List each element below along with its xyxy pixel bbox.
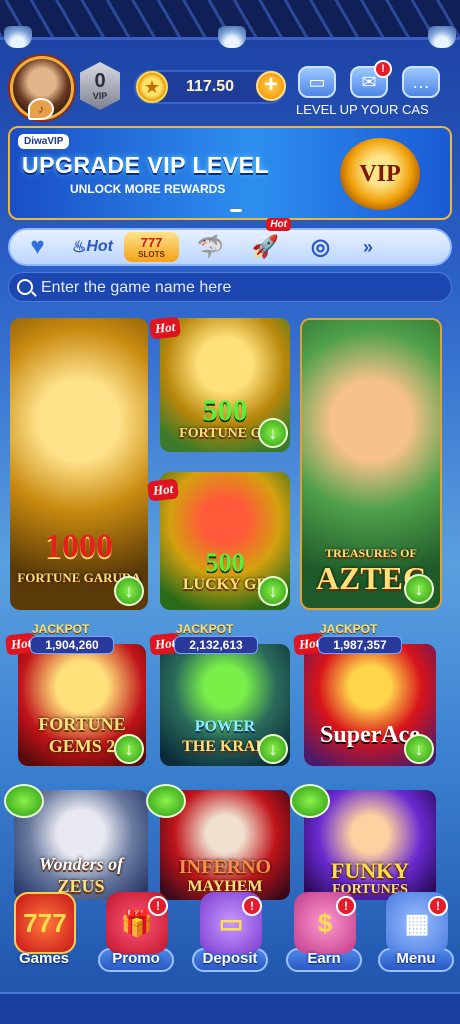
roulette-icon: ◎ bbox=[310, 234, 331, 259]
heart-icon: ♥ bbox=[30, 233, 45, 260]
voice-icon[interactable]: ♪ bbox=[28, 98, 54, 120]
balance-amount: 117.50 bbox=[186, 78, 235, 95]
top-header: ♪ 0 VIP ★ 117.50 + ▭ ✉ ! … LEVEL UP YOUR… bbox=[0, 48, 460, 120]
jackpot-value: 1,904,260 bbox=[30, 636, 114, 654]
search-bar bbox=[8, 272, 452, 302]
shark-icon: 🦈 bbox=[196, 234, 225, 259]
notification-badge: ! bbox=[374, 60, 392, 78]
notification-badge: ! bbox=[336, 896, 356, 916]
brand-logo: DiwaVIP bbox=[18, 134, 70, 149]
vip-crown-icon: VIP bbox=[340, 138, 420, 210]
wallet-button[interactable]: ▭ bbox=[298, 66, 336, 98]
wallet-icon: ▭ bbox=[308, 71, 326, 92]
jackpot-value: 1,987,357 bbox=[318, 636, 402, 654]
chevron-right-icon: » bbox=[362, 236, 373, 257]
download-icon[interactable]: ↓ bbox=[258, 734, 288, 764]
download-icon[interactable]: ↓ bbox=[404, 734, 434, 764]
chat-icon: … bbox=[412, 71, 430, 92]
tab-roulette[interactable]: ◎ bbox=[293, 230, 348, 264]
vip-label: VIP bbox=[92, 91, 108, 101]
live-indicator-icon bbox=[146, 784, 186, 818]
game-tile-power-of-the-kraken[interactable]: POWER THE KRAK ↓ bbox=[160, 644, 290, 766]
mail-icon: ✉ bbox=[361, 71, 377, 92]
download-icon[interactable]: ↓ bbox=[404, 574, 434, 604]
tab-hot[interactable]: ♨ Hot bbox=[65, 230, 120, 264]
jackpot-display: Hot JACKPOT 2,132,613 bbox=[149, 622, 262, 658]
game-tile-fortune-gems-2[interactable]: FORTUNE GEMS 2 ↓ bbox=[18, 644, 146, 766]
hot-badge: Hot bbox=[147, 478, 180, 502]
flame-icon: ♨ bbox=[72, 239, 87, 256]
notification-badge: ! bbox=[428, 896, 448, 916]
download-icon[interactable]: ↓ bbox=[114, 576, 144, 606]
tab-favorites[interactable]: ♥ bbox=[10, 230, 65, 264]
spotlight bbox=[4, 26, 32, 48]
add-funds-button[interactable]: + bbox=[256, 71, 286, 101]
nav-games[interactable]: 777 Games bbox=[2, 892, 86, 980]
nav-promo[interactable]: 🎁 ! Promo bbox=[94, 892, 178, 980]
jackpot-label: JACKPOT bbox=[176, 622, 234, 636]
carousel-indicator[interactable] bbox=[230, 209, 242, 212]
live-indicator-icon bbox=[4, 784, 44, 818]
tab-crash[interactable]: 🚀 Hot bbox=[238, 218, 293, 264]
vip-level-badge[interactable]: 0 VIP bbox=[80, 62, 120, 110]
mail-button[interactable]: ✉ ! bbox=[350, 60, 392, 98]
tab-fishing[interactable]: 🦈 bbox=[183, 230, 238, 264]
jackpot-value: 2,132,613 bbox=[174, 636, 258, 654]
jackpot-display: Hot JACKPOT 1,987,357 bbox=[293, 622, 406, 658]
jackpot-display: Hot JACKPOT 1,904,260 bbox=[5, 622, 118, 658]
game-tile-1000-fortune-garuda[interactable]: 1000 FORTUNE GARUDA ↓ bbox=[10, 318, 148, 610]
game-tile-treasures-of-aztec[interactable]: TREASURES OF AZTEC ↓ bbox=[300, 318, 442, 610]
nav-menu[interactable]: ▦ ! Menu bbox=[374, 892, 458, 980]
bottom-navigation: 777 Games 🎁 ! Promo ▭ ! Deposit $ ! Earn… bbox=[0, 892, 460, 992]
announcement-marquee: LEVEL UP YOUR CAS bbox=[296, 102, 429, 117]
hot-badge: Hot bbox=[149, 316, 182, 340]
hot-tag: Hot bbox=[266, 218, 291, 231]
nav-deposit[interactable]: ▭ ! Deposit bbox=[188, 892, 272, 980]
jackpot-label: JACKPOT bbox=[320, 622, 378, 636]
banner-subtitle: UNLOCK MORE REWARDS bbox=[70, 182, 226, 196]
download-icon[interactable]: ↓ bbox=[114, 734, 144, 764]
live-indicator-icon bbox=[290, 784, 330, 818]
spotlight bbox=[428, 26, 456, 48]
download-icon[interactable]: ↓ bbox=[258, 418, 288, 448]
game-tile-500-lucky-gems[interactable]: 500 LUCKY GE ↓ bbox=[160, 472, 290, 610]
search-input[interactable] bbox=[41, 277, 441, 299]
spotlight bbox=[218, 26, 246, 48]
vip-level-number: 0 bbox=[94, 70, 106, 92]
nav-earn[interactable]: $ ! Earn bbox=[282, 892, 366, 980]
slot-machine-icon: 777 bbox=[14, 892, 76, 954]
notification-badge: ! bbox=[148, 896, 168, 916]
jackpot-label: JACKPOT bbox=[32, 622, 90, 636]
game-tile-500-fortune-gems[interactable]: 500 FORTUNE GE ↓ bbox=[160, 318, 290, 452]
coin-icon: ★ bbox=[136, 71, 168, 103]
rocket-icon: 🚀 bbox=[251, 234, 280, 259]
tabs-next-button[interactable]: » bbox=[348, 230, 388, 264]
banner-title: UPGRADE VIP LEVEL bbox=[22, 152, 270, 178]
category-tabs: ♥ ♨ Hot 777 SLOTS 🦈 🚀 Hot ◎ » bbox=[8, 218, 452, 266]
download-icon[interactable]: ↓ bbox=[258, 576, 288, 606]
search-icon bbox=[17, 279, 33, 295]
game-tile-superace[interactable]: SuperAce ↓ bbox=[304, 644, 436, 766]
notification-badge: ! bbox=[242, 896, 262, 916]
promo-banner[interactable]: DiwaVIP UPGRADE VIP LEVEL UNLOCK MORE RE… bbox=[8, 126, 452, 220]
support-button[interactable]: … bbox=[402, 66, 440, 98]
footer-bar bbox=[0, 992, 460, 1024]
tab-slots[interactable]: 777 SLOTS bbox=[124, 232, 179, 262]
balance-display: ★ 117.50 + bbox=[134, 70, 286, 104]
